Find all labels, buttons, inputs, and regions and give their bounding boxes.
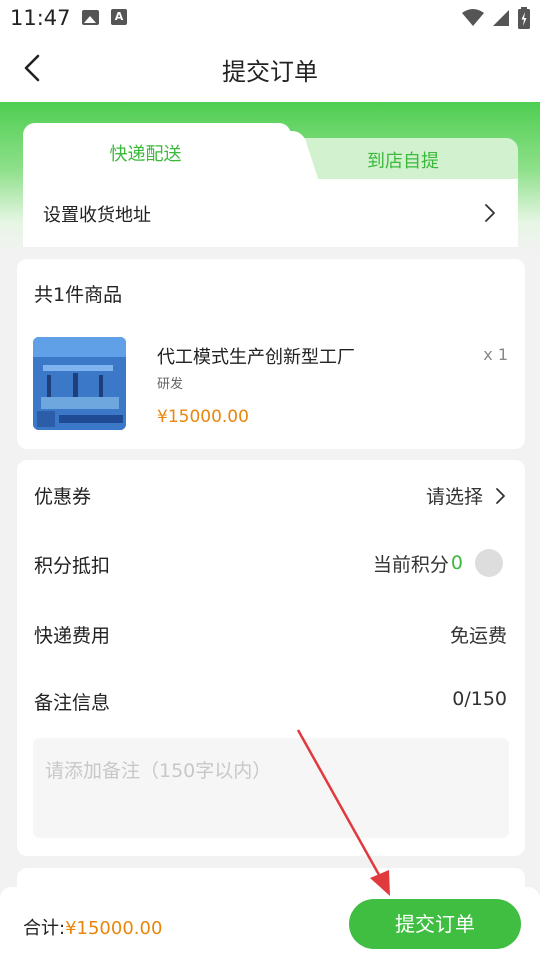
total-label: 合计: bbox=[23, 918, 66, 939]
delivery-card: 到店自提 快递配送 设置收货地址 bbox=[23, 123, 518, 247]
header: 提交订单 bbox=[0, 36, 540, 102]
coupon-value: 请选择 bbox=[425, 486, 483, 508]
status-bar: 11:47 A bbox=[0, 0, 540, 36]
product-thumbnail[interactable] bbox=[33, 337, 126, 430]
wifi-icon bbox=[462, 9, 484, 26]
points-row-right: 当前积分 0 bbox=[373, 549, 503, 577]
battery-icon bbox=[518, 7, 530, 29]
points-toggle[interactable] bbox=[475, 549, 503, 577]
goods-card: 共1件商品 代工模式生产创新型工厂 x 1 研发 ¥15000.00 bbox=[17, 259, 525, 449]
shipping-label: 快递费用 bbox=[34, 625, 111, 647]
tab-store-pickup-label[interactable]: 到店自提 bbox=[288, 147, 518, 173]
tab-express-delivery-label[interactable]: 快递配送 bbox=[23, 140, 268, 166]
points-prefix: 当前积分 bbox=[372, 553, 449, 576]
status-left-icons: A bbox=[82, 9, 127, 25]
points-label: 积分抵扣 bbox=[34, 555, 111, 577]
status-time: 11:47 bbox=[10, 6, 71, 30]
shipping-value: 免运费 bbox=[449, 625, 507, 647]
chevron-right-icon bbox=[485, 204, 495, 222]
signal-icon bbox=[493, 10, 509, 26]
remark-placeholder: 请添加备注（150字以内） bbox=[45, 760, 272, 782]
address-row[interactable]: 设置收货地址 bbox=[23, 179, 518, 247]
page-title: 提交订单 bbox=[222, 58, 318, 86]
points-value: 0 bbox=[450, 552, 463, 574]
product-price: ¥15000.00 bbox=[157, 407, 249, 427]
product-name[interactable]: 代工模式生产创新型工厂 bbox=[157, 343, 355, 369]
goods-count: 共1件商品 bbox=[34, 284, 123, 306]
total-value: ¥15000.00 bbox=[65, 918, 163, 939]
bottom-bar: 合计:¥15000.00 提交订单 bbox=[0, 887, 540, 960]
remark-counter: 0/150 bbox=[452, 688, 507, 710]
photo-icon bbox=[82, 9, 99, 25]
address-label: 设置收货地址 bbox=[43, 205, 151, 226]
product-tag: 研发 bbox=[157, 377, 184, 392]
product-quantity: x 1 bbox=[483, 345, 508, 364]
chevron-right-icon bbox=[496, 487, 505, 504]
total: 合计:¥15000.00 bbox=[23, 914, 162, 940]
submit-order-button[interactable]: 提交订单 bbox=[349, 899, 521, 949]
remark-label: 备注信息 bbox=[34, 692, 111, 714]
a-icon: A bbox=[111, 9, 127, 25]
status-right-icons bbox=[462, 7, 530, 29]
coupon-selector[interactable]: 请选择 bbox=[426, 482, 507, 509]
options-card: 优惠券 请选择 积分抵扣 当前积分 0 快递费用 免运费 备注信息 0/150 … bbox=[17, 460, 525, 856]
coupon-label: 优惠券 bbox=[34, 486, 92, 508]
remark-textarea[interactable]: 请添加备注（150字以内） bbox=[33, 738, 509, 838]
